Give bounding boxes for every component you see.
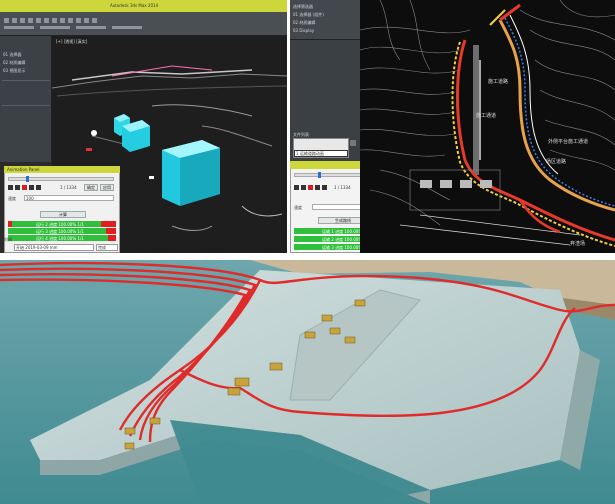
panel-item[interactable]: 01 选择器 — [3, 52, 49, 57]
cad-drawing — [360, 0, 615, 247]
frame-field[interactable]: 1 / 1334 — [60, 185, 82, 190]
ok-button[interactable]: 确定 — [84, 184, 98, 191]
cad-label: 外侧平台施工通道 — [548, 139, 589, 145]
panel-divider — [2, 80, 50, 81]
compute-button[interactable]: 计算 — [40, 211, 86, 218]
apply-button[interactable]: 应用 — [100, 184, 114, 191]
lock-icon[interactable] — [350, 140, 356, 146]
time-label: 时间 — [4, 237, 12, 242]
toolbar-icons[interactable] — [4, 16, 184, 32]
header-item[interactable]: 选择筛选器 — [293, 4, 357, 9]
building-large — [162, 140, 220, 206]
progress-text: 运行 4 进度 100.00% 1/1 — [36, 236, 84, 241]
window-title: Autodesk 3ds Max 2014 — [110, 3, 159, 8]
header-item[interactable]: 02 材质编辑 — [293, 20, 357, 25]
render-3d[interactable] — [0, 260, 615, 504]
progress-remaining — [108, 235, 116, 241]
panel-item[interactable]: 03 视图显示 — [3, 68, 49, 73]
header-item[interactable]: 03 Display — [293, 28, 357, 33]
progress-row[interactable]: 运行 3 进度 100.00% 1/1 — [8, 228, 116, 234]
cad-label: 场区道路 — [546, 159, 567, 165]
panel-divider — [2, 105, 50, 106]
cad-label: 施工通道 — [476, 113, 497, 119]
done-label: 完成 — [98, 245, 106, 250]
file-list-selected-text: 1 运输道路动画 — [296, 151, 324, 156]
speed-label: 速度 — [8, 196, 16, 201]
cad-map[interactable]: 施工道路 外侧平台施工通道 施工通道 场区道路 弃渣场 — [360, 0, 615, 253]
progress-remaining — [101, 221, 116, 227]
playback-controls[interactable] — [8, 184, 58, 192]
anim-panel-title: Animation Panel — [7, 167, 40, 172]
timeline-thumb[interactable] — [318, 172, 321, 178]
progress-row[interactable]: 运行 4 进度 100.00% 1/1 — [8, 235, 116, 241]
time-value: 开始 2019-03-09 mm — [16, 245, 58, 250]
speed-label: 速度 — [294, 205, 302, 210]
list-label: 文件列表 — [293, 132, 309, 137]
panel-item[interactable]: 02 材质编辑 — [3, 60, 49, 65]
image-divider — [0, 253, 615, 260]
header-item[interactable]: 01 选择器 (组件) — [293, 12, 357, 17]
progress-row[interactable]: 运行 2 进度 100.00% 1/1 — [8, 221, 116, 227]
render-scene — [0, 260, 615, 504]
left-app-window: Autodesk 3ds Max 2014 01 选择器 02 材质编辑 03 … — [0, 0, 287, 253]
cad-label: 弃渣场 — [570, 241, 586, 247]
timeline-slider[interactable] — [8, 177, 114, 181]
frame-field[interactable]: 1 / 1334 — [334, 185, 358, 190]
timeline-thumb[interactable] — [26, 176, 29, 182]
progress-remaining — [106, 228, 116, 234]
speed-value: 100 — [26, 196, 34, 201]
progress-text: 运行 3 进度 100.00% 1/1 — [36, 229, 84, 234]
cad-label: 施工道路 — [488, 79, 509, 85]
middle-panel-body — [290, 40, 360, 135]
redbar-left-marker — [8, 221, 12, 227]
building-small-2 — [122, 120, 150, 152]
progress-text: 运行 2 进度 100.00% 1/1 — [36, 222, 84, 227]
